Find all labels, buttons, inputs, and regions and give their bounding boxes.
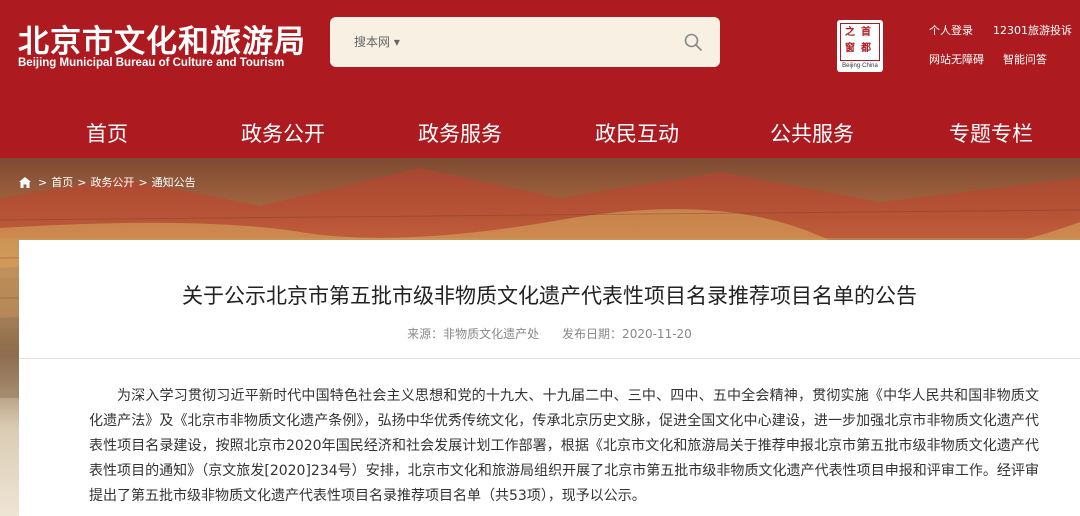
breadcrumb-gov-affairs-open[interactable]: 政务公开: [90, 174, 134, 190]
capital-window-seal[interactable]: 首 都 之 窗 Beijing·China: [837, 20, 883, 72]
breadcrumb-notices[interactable]: 通知公告: [152, 174, 196, 190]
nav-special-topics[interactable]: 专题专栏: [949, 118, 1033, 148]
search-icon[interactable]: [682, 31, 704, 53]
nav-public-services[interactable]: 公共服务: [770, 118, 854, 148]
divider: [19, 358, 1080, 359]
search-input[interactable]: [420, 25, 660, 59]
breadcrumb-home[interactable]: 首页: [51, 174, 73, 190]
accessibility-link[interactable]: 网站无障碍: [929, 51, 984, 67]
seal-char-2: 都: [861, 43, 871, 54]
site-header: 北京市文化和旅游局 Beijing Municipal Bureau of Cu…: [0, 0, 1080, 158]
article-title: 关于公示北京市第五批市级非物质文化遗产代表性项目名录推荐项目名单的公告: [182, 284, 917, 308]
smart-qa-link[interactable]: 智能问答: [1003, 51, 1047, 67]
article-card: 关于公示北京市第五批市级非物质文化遗产代表性项目名录推荐项目名单的公告 来源：非…: [19, 240, 1080, 516]
breadcrumb: > 首页 > 政务公开 > 通知公告: [18, 175, 200, 189]
breadcrumb-separator: >: [138, 175, 148, 189]
complaint-link[interactable]: 12301旅游投诉: [993, 22, 1072, 38]
nav-gov-affairs-open[interactable]: 政务公开: [241, 118, 325, 148]
site-logo-en: Beijing Municipal Bureau of Culture and …: [18, 57, 285, 69]
seal-char-3: 之: [845, 27, 855, 38]
article-body: 为深入学习贯彻习近平新时代中国特色社会主义思想和党的十九大、十九届二中、三中、四…: [89, 388, 1039, 504]
home-icon: [19, 176, 31, 188]
search-box: 搜本网 ▾: [330, 17, 720, 67]
main-nav: 首页 政务公开 政务服务 政民互动 公共服务 专题专栏: [0, 106, 1080, 158]
nav-gov-services[interactable]: 政务服务: [418, 118, 502, 148]
search-scope-select[interactable]: 搜本网 ▾: [354, 33, 400, 50]
seal-en-text: Beijing·China: [842, 63, 878, 69]
nav-home[interactable]: 首页: [86, 118, 128, 148]
nav-interaction[interactable]: 政民互动: [595, 118, 679, 148]
breadcrumb-separator: >: [38, 175, 48, 189]
site-logo-cn[interactable]: 北京市文化和旅游局: [18, 16, 306, 61]
article-meta: 来源：非物质文化遗产处 发布日期：2020-11-20: [407, 327, 692, 341]
login-link[interactable]: 个人登录: [929, 22, 973, 38]
seal-char-4: 窗: [845, 43, 855, 54]
breadcrumb-separator: >: [77, 175, 87, 189]
seal-char-1: 首: [861, 27, 871, 38]
